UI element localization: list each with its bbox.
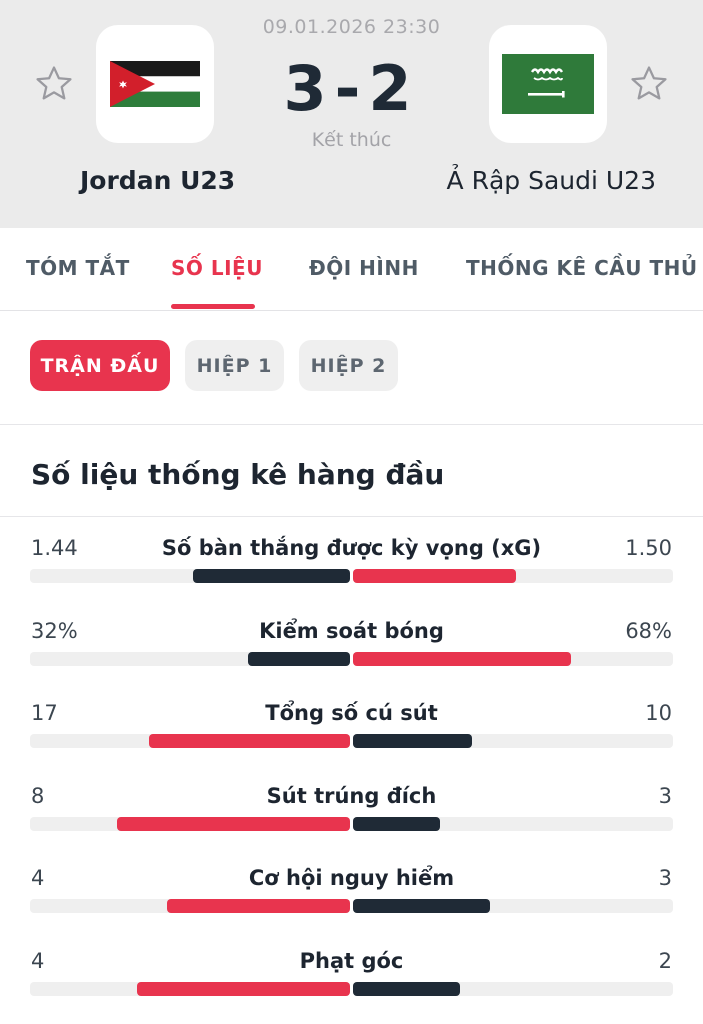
stat-home-track <box>30 899 350 913</box>
stat-away-value: 2 <box>658 949 672 973</box>
favorite-away-star-icon[interactable] <box>627 62 671 106</box>
stat-home-track <box>30 569 350 583</box>
tab-summary[interactable]: TÓM TẮT <box>26 256 130 280</box>
home-team-name[interactable]: Jordan U23 <box>80 166 235 195</box>
stat-away-track <box>353 569 673 583</box>
stat-row: 4 Cơ hội nguy hiểm 3 <box>0 866 703 926</box>
stat-label: Số bàn thắng được kỳ vọng (xG) <box>161 536 542 560</box>
stat-home-bar <box>193 569 350 583</box>
tab-statistics[interactable]: SỐ LIỆU <box>171 256 263 280</box>
stat-away-track <box>353 652 673 666</box>
match-tabs: TÓM TẮT SỐ LIỆU ĐỘI HÌNH THỐNG KÊ CẦU TH… <box>0 228 703 311</box>
stat-away-value: 68% <box>625 619 672 643</box>
match-header: 09.01.2026 23:30 3-2 Kết thúc Jordan U23… <box>0 0 703 228</box>
stat-home-track <box>30 734 350 748</box>
stat-home-track <box>30 982 350 996</box>
tab-lineups[interactable]: ĐỘI HÌNH <box>309 256 419 280</box>
stat-home-bar <box>137 982 350 996</box>
stat-label: Cơ hội nguy hiểm <box>248 866 455 890</box>
period-second-half-button[interactable]: HIỆP 2 <box>299 340 398 391</box>
stat-home-bar <box>149 734 350 748</box>
active-tab-indicator <box>171 304 255 309</box>
tab-player-stats[interactable]: THỐNG KÊ CẦU THỦ <box>466 256 698 280</box>
stat-away-bar <box>353 982 460 996</box>
stat-label: Kiểm soát bóng <box>259 619 444 643</box>
stat-row: 17 Tổng số cú sút 10 <box>0 701 703 761</box>
stat-away-track <box>353 734 673 748</box>
stat-home-track <box>30 652 350 666</box>
stat-away-track <box>353 899 673 913</box>
stat-home-bar <box>248 652 350 666</box>
stat-label: Sút trúng đích <box>266 784 437 808</box>
stat-away-bar <box>353 899 490 913</box>
away-team-flag[interactable] <box>489 25 607 143</box>
saudi-arabia-flag-icon <box>502 54 594 114</box>
section-title: Số liệu thống kê hàng đầu <box>31 458 445 491</box>
stat-home-track <box>30 817 350 831</box>
stat-away-bar <box>353 817 440 831</box>
stat-label: Tổng số cú sút <box>265 701 438 725</box>
stat-home-bar <box>167 899 350 913</box>
stat-away-bar <box>353 652 571 666</box>
period-first-half-button[interactable]: HIỆP 1 <box>185 340 284 391</box>
stat-row: 4 Phạt góc 2 <box>0 949 703 1009</box>
stat-away-track <box>353 817 673 831</box>
stat-row: 8 Sút trúng đích 3 <box>0 784 703 844</box>
away-team-name[interactable]: Ả Rập Saudi U23 <box>447 166 656 195</box>
period-full-match-button[interactable]: TRẬN ĐẤU <box>30 340 170 391</box>
period-filter: TRẬN ĐẤU HIỆP 1 HIỆP 2 <box>0 311 703 425</box>
stat-away-value: 3 <box>658 784 672 808</box>
stat-row: 1.44 Số bàn thắng được kỳ vọng (xG) 1.50 <box>0 536 703 596</box>
stat-row: 32% Kiểm soát bóng 68% <box>0 619 703 679</box>
stat-away-bar <box>353 734 472 748</box>
section-divider <box>0 516 703 517</box>
stat-away-value: 3 <box>658 866 672 890</box>
stat-away-value: 1.50 <box>625 536 672 560</box>
stat-away-value: 10 <box>645 701 672 725</box>
stat-away-track <box>353 982 673 996</box>
stat-away-bar <box>353 569 516 583</box>
stat-home-bar <box>117 817 350 831</box>
stat-label: Phạt góc <box>299 949 404 973</box>
